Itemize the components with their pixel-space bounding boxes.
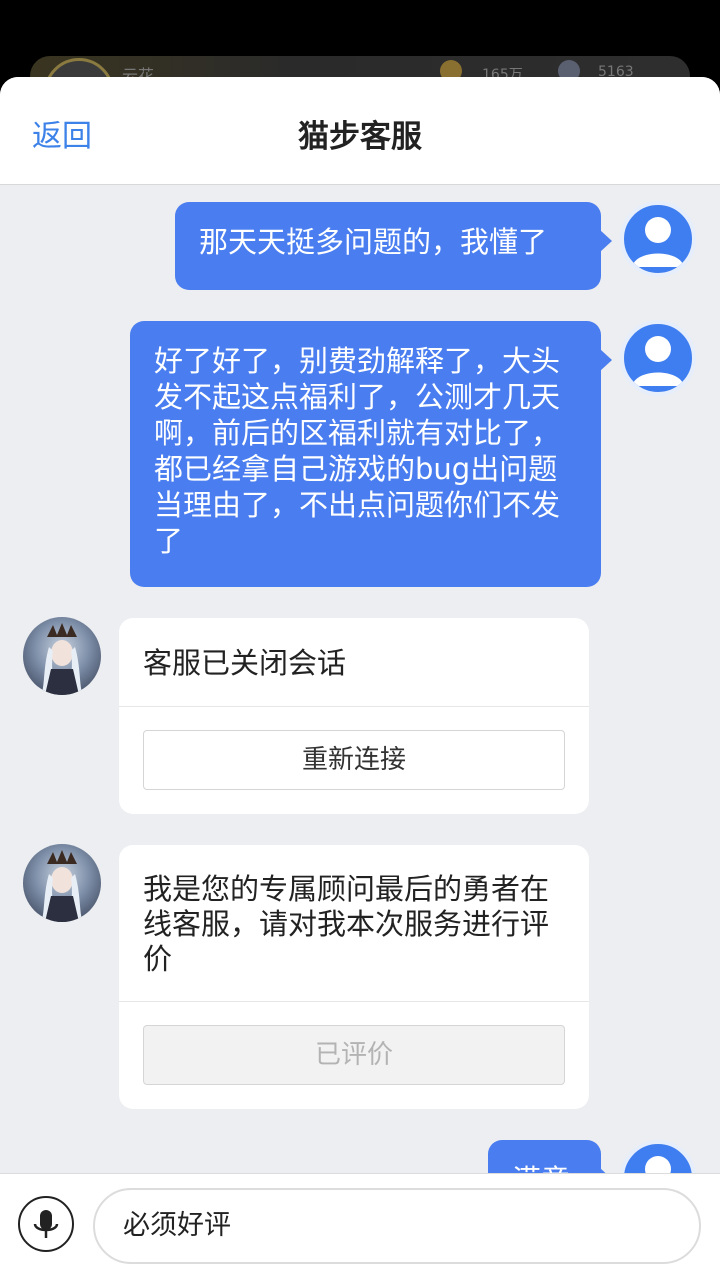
user-message-bubble: 那天天挺多问题的，我懂了 (175, 202, 612, 290)
user-message-bubble: 满意 (488, 1140, 612, 1173)
user-message-bubble: 好了好了，别费劲解释了，大头发不起这点福利了，公测才几天啊，前后的区福利就有对比… (130, 321, 612, 587)
user-avatar (620, 1140, 696, 1173)
voice-input-button[interactable] (18, 1196, 74, 1252)
chat-area[interactable]: 那天天挺多问题的，我懂了 好了好了，别费劲解释了，大头发不起这点福利了，公测才几… (0, 185, 720, 1173)
input-bar: 必须好评 (0, 1173, 720, 1281)
page-title: 猫步客服 (298, 119, 422, 155)
user-avatar (620, 320, 696, 396)
microphone-icon (33, 1210, 59, 1238)
message-text: 满意 (512, 1163, 570, 1173)
card-divider (119, 706, 589, 707)
user-avatar (620, 201, 696, 277)
reconnect-button[interactable]: 重新连接 (143, 730, 565, 790)
message-text: 好了好了，别费劲解释了，大头发不起这点福利了，公测才几天啊，前后的区福利就有对比… (154, 344, 561, 558)
person-icon (632, 336, 684, 386)
customer-service-sheet: 返回 猫步客服 那天天挺多问题的，我懂了 好了好了，别费劲解释了，大头发不起这点… (0, 77, 720, 1281)
rating-message-card: 我是您的专属顾问最后的勇者在线客服，请对我本次服务进行评价 已评价 (119, 845, 589, 1109)
agent-avatar (23, 617, 101, 695)
agent-avatar (23, 844, 101, 922)
system-message-card: 客服已关闭会话 重新连接 (119, 618, 589, 814)
message-input[interactable]: 必须好评 (93, 1188, 701, 1264)
rated-button: 已评价 (143, 1025, 565, 1085)
card-divider (119, 1001, 589, 1002)
message-text: 那天天挺多问题的，我懂了 (199, 225, 548, 259)
person-icon (645, 1156, 671, 1173)
header-bar: 返回 猫步客服 (0, 77, 720, 185)
person-icon (632, 217, 684, 267)
message-text: 客服已关闭会话 (143, 646, 347, 680)
message-text: 我是您的专属顾问最后的勇者在线客服，请对我本次服务进行评价 (143, 872, 550, 976)
